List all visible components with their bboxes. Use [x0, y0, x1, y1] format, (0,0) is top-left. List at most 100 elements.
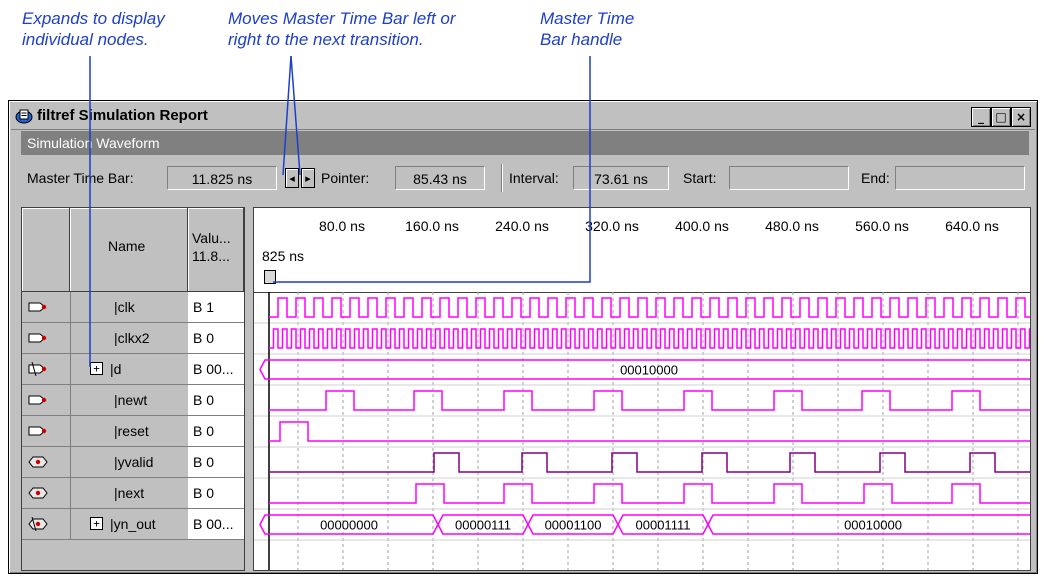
node-list-pane: Name Valu... 11.8... |clk B 1 |clkx2 B 0 + |d…: [21, 207, 245, 571]
node-value-cell: B 0: [188, 385, 244, 415]
node-type-cell: [22, 416, 71, 446]
simulation-report-icon: [15, 109, 33, 124]
node-type-cell: [22, 323, 71, 353]
pointer-field: 85.43 ns: [395, 166, 485, 190]
annotation-master-time-bar-handle: Master Time Bar handle: [540, 9, 635, 49]
bus-value-label: 00010000: [620, 363, 678, 378]
interval-label: Interval:: [509, 170, 559, 186]
waveform-pane[interactable]: 825 ns 80.0 ns 160.0 ns 240.0 ns 320.0 ns 40…: [253, 207, 1031, 571]
node-name: |reset: [114, 423, 149, 439]
input-pin-icon: [28, 302, 47, 312]
expand-node-button[interactable]: +: [90, 517, 103, 530]
start-label: Start:: [683, 170, 717, 186]
node-value-cell: B 00...: [188, 509, 244, 539]
reset-waveform: [269, 421, 1030, 442]
master-time-bar-label: Master Time Bar:: [27, 170, 134, 186]
annotation-move-master-time-bar: Moves Master Time Bar left or right to t…: [228, 9, 456, 49]
annotation-expand-nodes: Expands to display individual nodes.: [22, 9, 165, 49]
newt-waveform: [269, 390, 1030, 411]
node-name: |yvalid: [114, 454, 154, 470]
node-row[interactable]: |clkx2 B 0: [22, 323, 244, 354]
start-field[interactable]: [729, 166, 849, 190]
end-field[interactable]: [895, 166, 1025, 190]
node-value-cell: B 0: [188, 416, 244, 446]
master-time-bar-left-button[interactable]: ◂: [285, 168, 299, 188]
waveform-display[interactable]: 00010000 00000000 00000111 00001100 00001111…: [254, 292, 1030, 570]
toolbar-separator: [501, 164, 503, 192]
node-name-cell: |newt: [70, 385, 189, 415]
master-time-bar-handle[interactable]: [264, 270, 276, 284]
input-pin-icon: [28, 333, 47, 343]
node-name: |clkx2: [114, 330, 150, 346]
bus-value-label: 00001111: [636, 518, 691, 533]
output-bus-icon: [28, 517, 48, 531]
expand-node-button[interactable]: +: [90, 362, 103, 375]
node-row[interactable]: + |yn_out B 00...: [22, 509, 244, 540]
input-pin-icon: [28, 395, 47, 405]
section-title-bar: Simulation Waveform: [21, 131, 1029, 155]
input-bus-icon: [28, 362, 47, 376]
clkx2-waveform: [269, 328, 1030, 349]
bus-value-label: 00001100: [545, 518, 602, 533]
node-value-cell: B 00...: [188, 354, 244, 384]
bus-value-label: 00010000: [844, 518, 902, 533]
node-type-cell: [22, 385, 71, 415]
node-name: |next: [114, 485, 145, 501]
yvalid-waveform: [269, 452, 1030, 473]
time-tick-label: 320.0 ns: [585, 218, 639, 234]
output-pin-icon: [28, 456, 48, 468]
node-row[interactable]: |clk B 1: [22, 292, 244, 323]
time-tick-label: 160.0 ns: [405, 218, 459, 234]
node-row[interactable]: |next B 0: [22, 478, 244, 509]
pointer-label: Pointer:: [321, 170, 370, 186]
node-value-cell: B 0: [188, 478, 244, 508]
time-scale[interactable]: 825 ns 80.0 ns 160.0 ns 240.0 ns 320.0 ns 40…: [254, 208, 1030, 293]
window-title: filtref Simulation Report: [37, 107, 208, 124]
node-name-cell: |yvalid: [70, 447, 189, 477]
node-value-cell: B 0: [188, 447, 244, 477]
icon-column-header[interactable]: [22, 208, 70, 292]
node-name-cell: |clkx2: [70, 323, 189, 353]
node-type-cell: [22, 478, 71, 508]
node-row[interactable]: + |d B 00...: [22, 354, 244, 385]
name-column-header[interactable]: Name: [70, 208, 188, 292]
end-label: End:: [861, 170, 890, 186]
simulation-report-window: filtref Simulation Report _ □ × Simulati…: [8, 100, 1038, 574]
value-column-header[interactable]: Valu... 11.8...: [188, 208, 244, 292]
maximize-button[interactable]: □: [991, 107, 1011, 127]
node-name-cell: + |d: [70, 354, 189, 384]
node-name-cell: |next: [70, 478, 189, 508]
master-time-marker-label: 825 ns: [262, 248, 305, 264]
node-row[interactable]: |yvalid B 0: [22, 447, 244, 478]
node-name: |clk: [114, 299, 135, 315]
node-name-cell: + |yn_out: [70, 509, 189, 539]
node-type-cell: [22, 447, 71, 477]
time-tick-label: 480.0 ns: [765, 218, 819, 234]
node-row[interactable]: |reset B 0: [22, 416, 244, 447]
master-time-bar-field[interactable]: 11.825 ns: [167, 166, 277, 190]
output-pin-icon: [28, 487, 48, 499]
master-time-bar-right-button[interactable]: ▸: [301, 168, 315, 188]
time-tick-label: 640.0 ns: [945, 218, 999, 234]
node-type-cell: [22, 292, 71, 322]
node-name: |d: [110, 361, 122, 377]
bus-value-label: 00000000: [320, 518, 378, 533]
node-name-cell: |reset: [70, 416, 189, 446]
bus-value-label: 00000111: [455, 518, 511, 533]
next-waveform: [269, 483, 1030, 504]
clk-waveform: [269, 297, 1030, 318]
close-button[interactable]: ×: [1011, 107, 1031, 127]
minimize-button[interactable]: _: [971, 107, 991, 127]
title-bar[interactable]: filtref Simulation Report _ □ ×: [11, 103, 1035, 130]
node-type-cell: [22, 354, 71, 384]
node-name: |newt: [114, 392, 148, 408]
node-row[interactable]: |newt B 0: [22, 385, 244, 416]
node-type-cell: [22, 509, 71, 539]
time-toolbar: Master Time Bar: 11.825 ns ◂ ▸ Pointer: …: [21, 156, 1029, 202]
time-tick-label: 400.0 ns: [675, 218, 729, 234]
node-value-cell: B 0: [188, 323, 244, 353]
time-tick-label: 240.0 ns: [495, 218, 549, 234]
input-pin-icon: [28, 426, 47, 436]
interval-field: 73.61 ns: [573, 166, 669, 190]
time-tick-label: 80.0 ns: [319, 218, 365, 234]
